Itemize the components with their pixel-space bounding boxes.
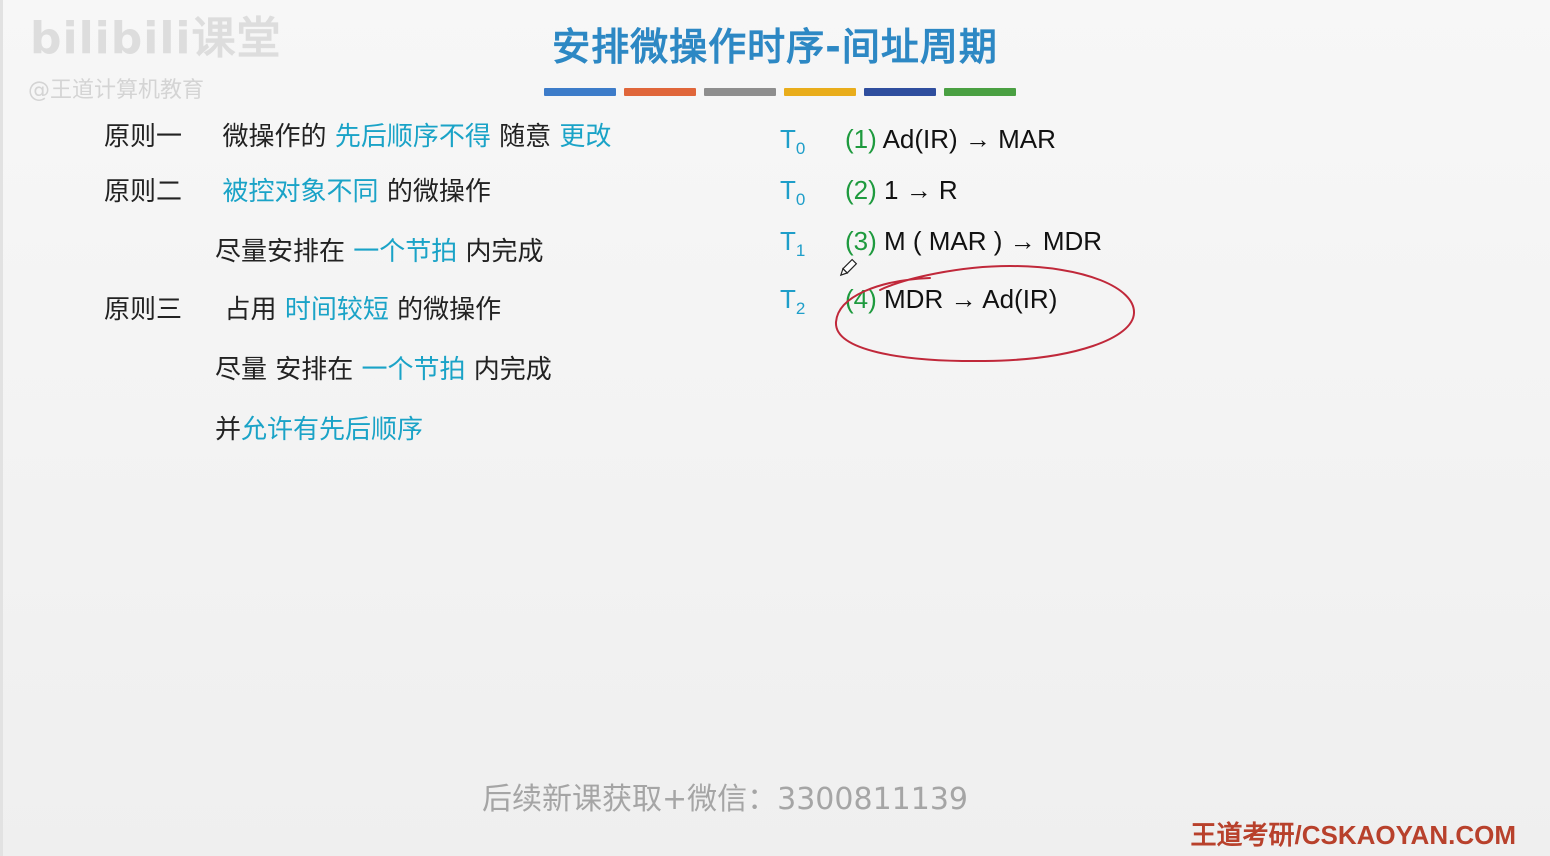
frame-edge xyxy=(0,0,3,856)
slide-title: 安排微操作时序-间址周期 xyxy=(552,25,998,69)
principle-text: 并 xyxy=(215,415,242,445)
principle-3-order: 并允许有先后顺序 xyxy=(215,409,423,446)
principle-2: 原则二 被控对象不同 的微操作 xyxy=(104,171,491,208)
color-bar-1 xyxy=(544,88,616,96)
step-number: (2) xyxy=(845,175,877,205)
step-number: (1) xyxy=(845,124,877,154)
micro-op-2: (2) 1 → R xyxy=(845,175,958,206)
micro-op-3: (3) M ( MAR ) → MDR xyxy=(845,226,1102,257)
beat-label-t0: T0 xyxy=(780,124,806,158)
step-text: Ad(IR) → MAR xyxy=(876,124,1056,154)
wechat-overlay-text: 后续新课获取+微信：3300811139 xyxy=(482,782,969,817)
principle-text: 尽量 安排在 xyxy=(215,355,362,385)
micro-op-4: (4) MDR → Ad(IR) xyxy=(845,284,1057,315)
step-text: M ( MAR ) → MDR xyxy=(876,226,1103,256)
principle-highlight: 时间较短 xyxy=(284,295,389,325)
color-bar-4 xyxy=(784,88,856,96)
step-text: 1 → R xyxy=(876,175,958,205)
principle-highlight: 允许有先后顺序 xyxy=(241,415,424,445)
principle-2-detail: 尽量安排在 一个节拍 内完成 xyxy=(215,231,544,268)
principle-label: 原则一 xyxy=(104,122,183,152)
principle-highlight: 先后顺序不得 xyxy=(334,122,491,152)
principle-text: 占用 xyxy=(224,295,285,325)
principle-text: 的微操作 xyxy=(388,295,502,325)
step-number: (4) xyxy=(845,284,877,314)
principle-text: 内完成 xyxy=(457,237,544,267)
color-bar-2 xyxy=(624,88,696,96)
principle-highlight: 一个节拍 xyxy=(361,355,466,385)
principle-3: 原则三 占用 时间较短 的微操作 xyxy=(104,289,501,326)
micro-op-1: (1) Ad(IR) → MAR xyxy=(845,124,1056,155)
beat-label-t2: T2 xyxy=(780,284,806,318)
beat-label-t1: T1 xyxy=(780,226,806,260)
principle-highlight: 被控对象不同 xyxy=(222,177,379,207)
step-text: MDR → Ad(IR) xyxy=(876,284,1058,314)
principle-highlight: 更改 xyxy=(559,122,612,152)
principle-text: 内完成 xyxy=(465,355,552,385)
color-bar-5 xyxy=(864,88,936,96)
step-number: (3) xyxy=(845,226,877,256)
principle-label: 原则二 xyxy=(104,177,183,207)
principle-text: 的微操作 xyxy=(378,177,491,207)
pen-cursor-icon xyxy=(839,258,858,277)
principle-3-detail: 尽量 安排在 一个节拍 内完成 xyxy=(215,349,552,386)
principle-text: 随意 xyxy=(490,122,560,152)
watermark-account: @王道计算机教育 xyxy=(28,78,205,103)
principle-highlight: 一个节拍 xyxy=(353,237,458,267)
footer-brand: 王道考研/CSKAOYAN.COM xyxy=(1190,820,1516,850)
principle-text: 微操作的 xyxy=(222,122,335,152)
principle-text: 尽量安排在 xyxy=(215,237,354,267)
beat-label-t0: T0 xyxy=(780,175,806,209)
principle-label: 原则三 xyxy=(104,295,183,325)
color-bar-3 xyxy=(704,88,776,96)
color-bar-6 xyxy=(944,88,1016,96)
principle-1: 原则一 微操作的 先后顺序不得 随意 更改 xyxy=(104,116,611,153)
